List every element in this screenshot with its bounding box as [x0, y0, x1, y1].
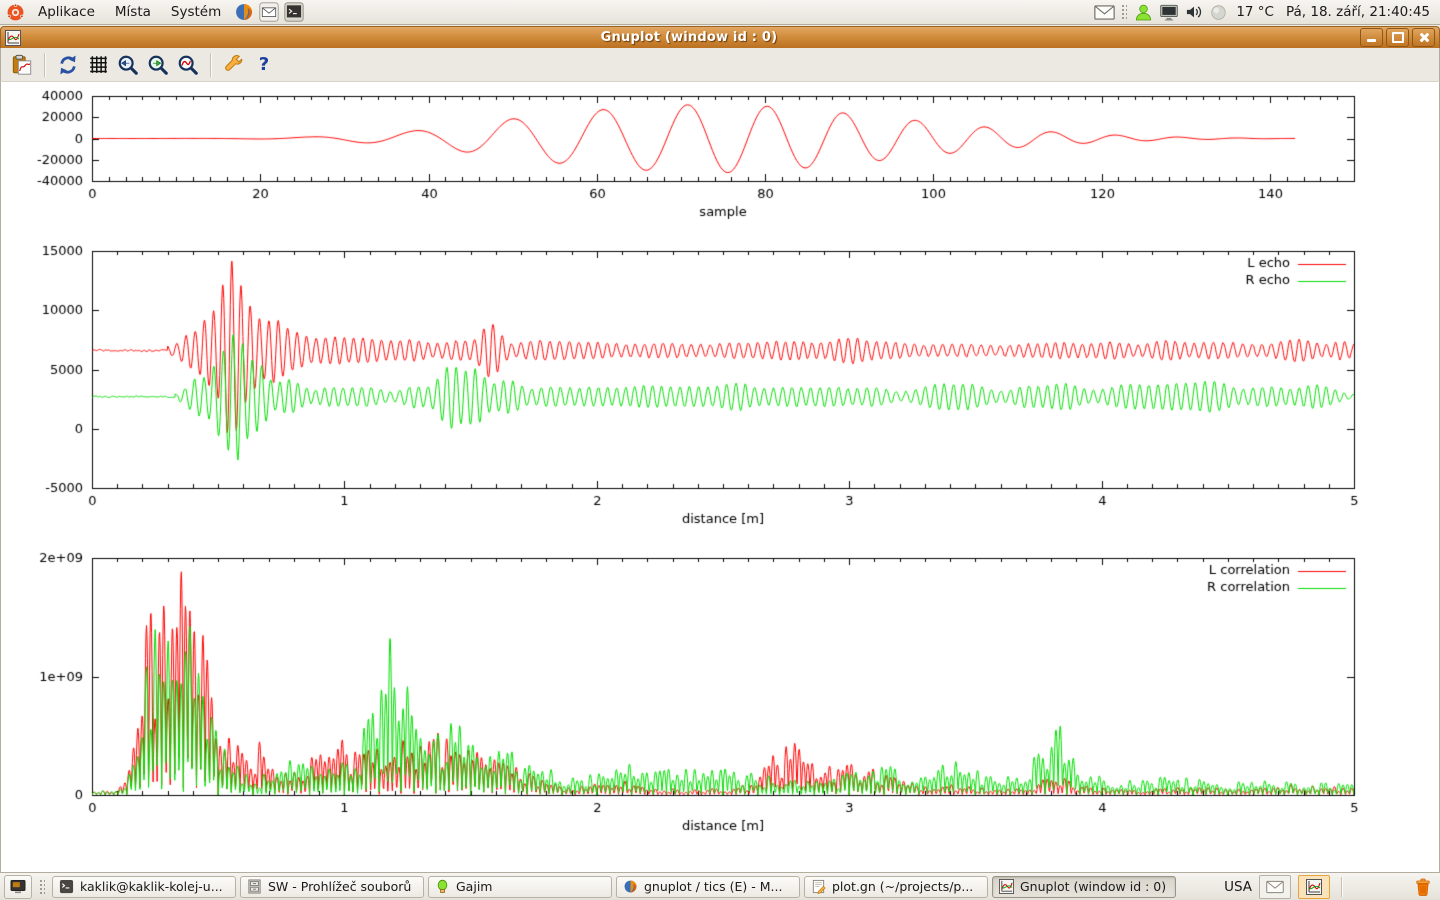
close-button[interactable]	[1412, 28, 1435, 47]
minimize-icon	[1367, 39, 1376, 42]
copy-to-clipboard-button[interactable]	[7, 51, 37, 79]
mail-launcher[interactable]	[258, 2, 279, 23]
maximize-button[interactable]	[1386, 28, 1409, 47]
mail-icon	[259, 2, 279, 22]
envelope-icon	[1094, 4, 1115, 21]
gnuplot-icon	[999, 879, 1014, 894]
replot-button[interactable]	[53, 51, 83, 79]
toolbar-separator	[210, 53, 212, 77]
ubuntu-menu-icon[interactable]	[5, 2, 26, 23]
tray-gnuplot-button[interactable]	[1298, 875, 1330, 899]
plot-area	[0, 82, 1440, 872]
keyboard-layout-indicator[interactable]: USA	[1224, 879, 1252, 895]
terminal-icon	[284, 2, 304, 22]
taskbar-button-firefox[interactable]: gnuplot / tics (E) - M...	[616, 876, 800, 898]
clipboard-copy-icon	[11, 54, 33, 76]
gnuplot-window: Gnuplot (window id : 0)	[0, 26, 1440, 872]
maximize-icon	[1392, 32, 1404, 43]
tray-mail-button[interactable]	[1259, 875, 1291, 899]
refresh-icon	[57, 54, 79, 76]
gajim-icon	[435, 879, 450, 894]
weather-applet[interactable]	[1208, 2, 1229, 23]
taskbar-button-label: SW - Prohlížeč souborů	[268, 879, 411, 894]
firefox-icon	[234, 2, 254, 22]
help-button[interactable]: ?	[249, 51, 279, 79]
toolbar-separator	[44, 53, 46, 77]
close-icon	[1418, 32, 1429, 43]
terminal-launcher[interactable]	[283, 2, 304, 23]
zoom-next-icon	[147, 54, 169, 76]
grid-icon	[88, 54, 109, 75]
taskbar-button-label: gnuplot / tics (E) - M...	[644, 879, 782, 894]
gnome-taskbar: kaklik@kaklik-kolej-u... SW - Prohlížeč …	[0, 872, 1440, 900]
plot-canvas[interactable]	[1, 82, 1440, 872]
settings-button[interactable]	[219, 51, 249, 79]
tray-grip-handle[interactable]	[1121, 4, 1127, 20]
taskbar-button-label: Gnuplot (window id : 0)	[1020, 879, 1166, 894]
zoom-previous-icon	[117, 54, 139, 76]
window-titlebar[interactable]: Gnuplot (window id : 0)	[0, 26, 1440, 48]
trash-icon	[1413, 877, 1433, 897]
show-desktop-icon	[10, 879, 26, 895]
mail-notification-tray[interactable]	[1094, 2, 1115, 23]
user-person-icon	[1134, 3, 1153, 22]
gnuplot-icon	[1306, 879, 1322, 895]
display-settings-tray[interactable]	[1158, 2, 1179, 23]
window-title: Gnuplot (window id : 0)	[21, 30, 1357, 45]
user-switcher-tray[interactable]	[1133, 2, 1154, 23]
minimize-button[interactable]	[1360, 28, 1383, 47]
taskbar-button-gnuplot[interactable]: Gnuplot (window id : 0)	[992, 876, 1176, 898]
taskbar-button-label: Gajim	[456, 879, 492, 894]
taskbar-button-gajim[interactable]: Gajim	[428, 876, 612, 898]
previous-zoom-button[interactable]	[113, 51, 143, 79]
menu-system[interactable]: Systém	[162, 2, 230, 22]
toggle-grid-button[interactable]	[83, 51, 113, 79]
volume-tray[interactable]	[1183, 2, 1204, 23]
taskbar-grip-handle[interactable]	[39, 879, 45, 895]
ubuntu-logo-icon	[6, 3, 25, 22]
autoscale-zoom-button[interactable]	[173, 51, 203, 79]
monitor-icon	[1159, 2, 1179, 22]
taskbar-button-file-manager[interactable]: SW - Prohlížeč souborů	[240, 876, 424, 898]
weather-icon	[1209, 3, 1228, 22]
trash-applet[interactable]	[1412, 876, 1433, 897]
wrench-icon	[223, 54, 245, 76]
taskbar-button-terminal[interactable]: kaklik@kaklik-kolej-u...	[52, 876, 236, 898]
firefox-launcher[interactable]	[233, 2, 254, 23]
gnome-top-panel: Aplikace Místa Systém	[0, 0, 1440, 25]
help-question-icon: ?	[259, 56, 269, 74]
file-manager-icon	[247, 879, 262, 894]
terminal-icon	[59, 879, 74, 894]
taskbar-tray: USA	[1224, 875, 1436, 899]
taskbar-button-label: plot.gn (~/projects/p...	[832, 879, 973, 894]
menu-applications[interactable]: Aplikace	[29, 2, 104, 22]
speaker-icon	[1184, 2, 1204, 22]
taskbar-button-text-editor[interactable]: plot.gn (~/projects/p...	[804, 876, 988, 898]
text-editor-icon	[811, 879, 826, 894]
clock-label[interactable]: Pá, 18. září, 21:40:45	[1280, 4, 1436, 20]
show-desktop-button[interactable]	[4, 875, 32, 899]
gnuplot-toolbar: ?	[0, 48, 1440, 82]
tray-separator	[1341, 877, 1343, 897]
taskbar-button-label: kaklik@kaklik-kolej-u...	[80, 879, 223, 894]
zoom-autoscale-icon	[177, 54, 199, 76]
envelope-icon	[1266, 880, 1284, 894]
firefox-icon	[623, 879, 638, 894]
menu-places[interactable]: Místa	[106, 2, 160, 22]
next-zoom-button[interactable]	[143, 51, 173, 79]
temperature-label[interactable]: 17 °C	[1232, 4, 1278, 20]
gnuplot-window-icon	[5, 30, 21, 46]
